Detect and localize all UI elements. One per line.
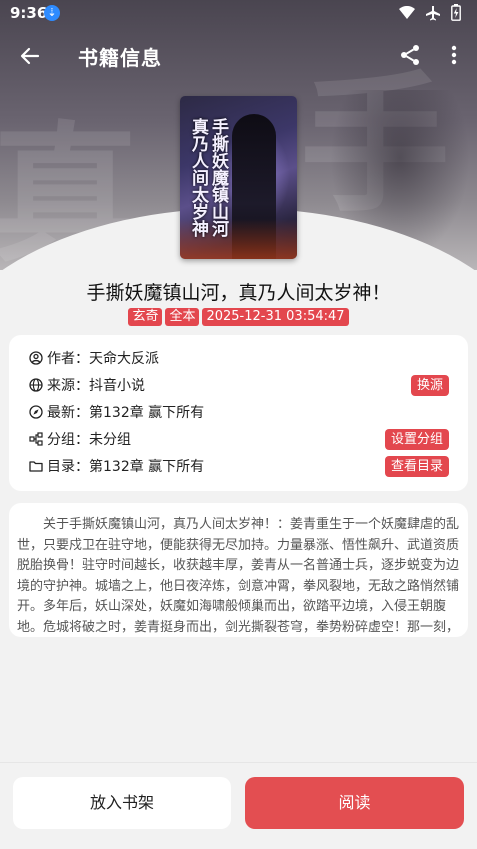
cover-title-line1: 手撕妖魔镇山河	[208, 118, 228, 237]
wifi-icon	[399, 5, 415, 19]
status-bar: 9:36 ⇣	[0, 0, 477, 28]
group-row: 分组：未分组	[29, 426, 131, 452]
book-cover[interactable]: 手撕妖魔镇山河 真乃人间太岁神	[180, 96, 297, 259]
set-group-button[interactable]: 设置分组	[384, 429, 449, 450]
compass-icon	[29, 405, 43, 419]
group-label: 分组：未分组	[47, 432, 131, 448]
more-vert-icon[interactable]	[444, 43, 464, 67]
status-time: 9:36	[10, 4, 48, 22]
view-toc-button[interactable]: 查看目录	[384, 456, 449, 477]
group-tree-icon	[29, 432, 43, 446]
status-tag: 全本	[165, 308, 200, 326]
latest-chapter-label: 最新：第132章 赢下所有	[47, 405, 205, 421]
page-title: 书籍信息	[78, 46, 162, 70]
category-tag: 玄奇	[128, 308, 163, 326]
add-to-shelf-button[interactable]: 放入书架	[13, 777, 231, 829]
info-card: 作者：天命大反派 来源：抖音小说 换源 最新：第132章 赢下所有 分组：未分组…	[9, 335, 468, 491]
update-time-tag: 2025-12-31 03:54:47	[202, 308, 349, 326]
read-button[interactable]: 阅读	[245, 777, 464, 829]
share-icon[interactable]	[398, 43, 422, 67]
intro-card[interactable]: 关于手撕妖魔镇山河，真乃人间太岁神！：姜青重生于一个妖魔肆虐的乱世，只要戍卫在驻…	[9, 503, 468, 637]
change-source-button[interactable]: 换源	[410, 375, 449, 396]
toc-label: 目录：第132章 赢下所有	[47, 459, 205, 475]
author-label: 作者：天命大反派	[47, 351, 159, 367]
tag-list: 玄奇 全本 2025-12-31 03:54:47	[0, 308, 477, 326]
bottom-bar: 放入书架 阅读	[0, 762, 477, 849]
globe-icon	[29, 378, 43, 392]
download-badge-icon: ⇣	[44, 5, 60, 21]
toc-row: 目录：第132章 赢下所有	[29, 453, 204, 479]
folder-icon	[29, 461, 43, 472]
cover-title-line2: 真乃人间太岁神	[188, 118, 208, 237]
status-icons	[399, 4, 461, 21]
author-row: 作者：天命大反派	[29, 345, 159, 371]
source-label: 来源：抖音小说	[47, 378, 145, 394]
back-arrow-icon[interactable]	[16, 42, 44, 70]
app-bar: 书籍信息	[0, 34, 477, 78]
source-row: 来源：抖音小说	[29, 372, 145, 398]
intro-text: 关于手撕妖魔镇山河，真乃人间太岁神！：姜青重生于一个妖魔肆虐的乱世，只要戍卫在驻…	[17, 517, 460, 635]
airplane-icon	[426, 5, 440, 20]
latest-row: 最新：第132章 赢下所有	[29, 399, 204, 425]
book-title: 手撕妖魔镇山河，真乃人间太岁神！	[86, 282, 391, 304]
battery-icon	[451, 4, 461, 21]
person-icon	[29, 351, 43, 365]
